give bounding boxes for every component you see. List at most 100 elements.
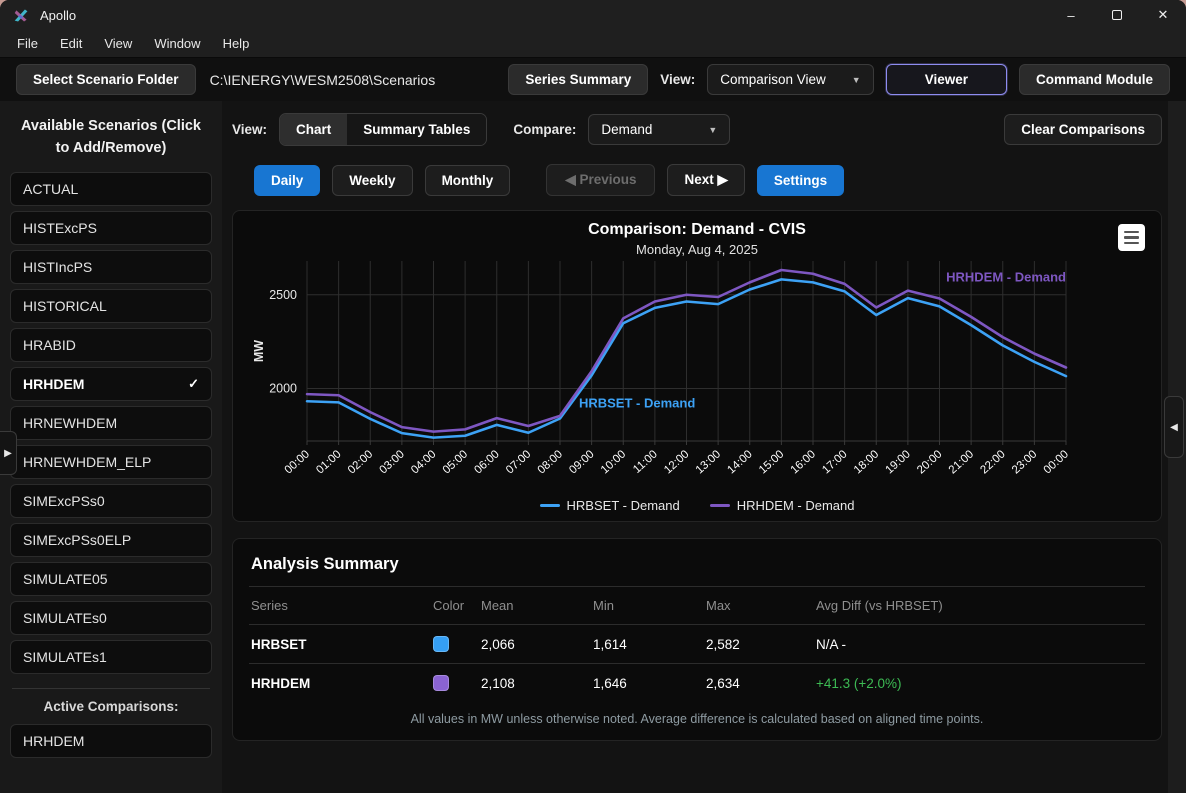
svg-text:02:00: 02:00 — [346, 448, 375, 476]
chart-subtitle: Monday, Aug 4, 2025 — [636, 242, 758, 257]
column-header-avg-diff-vs-hrbset-: Avg Diff (vs HRBSET) — [816, 598, 943, 613]
mean-value: 2,066 — [481, 636, 515, 652]
legend-item[interactable]: HRHDEM - Demand — [709, 498, 855, 513]
active-comparison-hrhdem[interactable]: HRHDEM — [10, 723, 212, 758]
close-button[interactable]: ✕ — [1140, 0, 1186, 30]
svg-text:19:00: 19:00 — [883, 448, 912, 476]
max-value: 2,582 — [706, 636, 740, 652]
svg-text:14:00: 14:00 — [725, 448, 754, 476]
command-module-button[interactable]: Command Module — [1019, 64, 1170, 95]
maximize-button[interactable] — [1094, 0, 1140, 30]
svg-text:06:00: 06:00 — [472, 448, 501, 476]
previous-button[interactable]: ◀ Previous — [546, 164, 656, 196]
compare-dropdown[interactable]: Demand ▼ — [588, 114, 731, 145]
next-button[interactable]: Next ▶ — [667, 164, 745, 196]
svg-text:2500: 2500 — [269, 288, 297, 302]
table-row: HRHDEM 2,108 1,646 2,634 +41.3 (+2.0%) — [249, 664, 1145, 702]
sidebar-flyout-handle[interactable]: ▶ — [0, 431, 17, 475]
svg-text:HRBSET - Demand: HRBSET - Demand — [579, 395, 695, 410]
menu-edit[interactable]: Edit — [51, 33, 91, 54]
daily-button[interactable]: Daily — [254, 164, 321, 196]
legend-label: HRHDEM - Demand — [736, 498, 855, 513]
legend-item[interactable]: HRBSET - Demand — [539, 498, 680, 513]
chevron-down-icon: ▼ — [708, 124, 718, 135]
scenario-label: HISTExcPS — [23, 219, 97, 236]
sidebar-item-histincps[interactable]: HISTIncPS — [10, 249, 212, 284]
svg-text:21:00: 21:00 — [947, 448, 976, 476]
sidebar-item-actual[interactable]: ACTUAL — [10, 171, 212, 206]
sidebar-item-simexcpss0elp[interactable]: SIMExcPSs0ELP — [10, 522, 212, 557]
series-name: HRBSET — [251, 636, 307, 652]
main-toolbar: Select Scenario Folder C:\IENERGY\WESM25… — [0, 58, 1186, 101]
select-scenario-folder-button[interactable]: Select Scenario Folder — [16, 64, 196, 95]
sidebar-item-hrhdem[interactable]: HRHDEM ✓ — [10, 366, 212, 401]
series-color-swatch — [433, 636, 449, 652]
table-row: HRBSET 2,066 1,614 2,582 N/A - — [249, 625, 1145, 663]
sidebar-item-simulates1[interactable]: SIMULATEs1 — [10, 639, 212, 674]
right-panel-toggle[interactable]: ◀ — [1164, 396, 1184, 458]
max-value: 2,634 — [706, 675, 740, 691]
svg-text:17:00: 17:00 — [820, 448, 849, 476]
sidebar-item-simulates0[interactable]: SIMULATEs0 — [10, 600, 212, 635]
svg-text:2000: 2000 — [269, 382, 297, 396]
analysis-summary-title: Analysis Summary — [251, 555, 399, 573]
weekly-button[interactable]: Weekly — [332, 164, 413, 196]
sidebar-divider — [12, 687, 210, 689]
column-header-series: Series — [251, 598, 288, 613]
menu-view[interactable]: View — [95, 33, 141, 54]
app-title: Apollo — [40, 7, 77, 23]
sidebar-item-hrnewhdem[interactable]: HRNEWHDEM — [10, 405, 212, 440]
sidebar-item-historical[interactable]: HISTORICAL — [10, 288, 212, 323]
scenario-folder-path: C:\IENERGY\WESM2508\Scenarios — [209, 71, 436, 88]
scenario-label: SIMExcPSs0 — [23, 492, 105, 509]
sidebar-item-hrabid[interactable]: HRABID — [10, 327, 212, 362]
sidebar-item-simexcpss0[interactable]: SIMExcPSs0 — [10, 483, 212, 518]
main-area: Available Scenarios (Click to Add/Remove… — [0, 101, 1186, 793]
analysis-table-header: Series Color Mean Min Max Avg Diff (vs HRBSET… — [249, 587, 1145, 624]
analysis-footnote: All values in MW unless otherwise noted.… — [410, 712, 984, 726]
svg-text:16:00: 16:00 — [789, 448, 818, 476]
view-mode-label: View: — [660, 72, 696, 87]
clear-comparisons-button[interactable]: Clear Comparisons — [1004, 114, 1162, 145]
svg-text:04:00: 04:00 — [409, 448, 438, 476]
svg-text:13:00: 13:00 — [694, 448, 723, 476]
settings-button[interactable]: Settings — [756, 164, 845, 196]
app-logo-icon — [14, 9, 28, 21]
mean-value: 2,108 — [481, 675, 515, 691]
svg-text:03:00: 03:00 — [377, 448, 406, 476]
svg-text:HRHDEM - Demand: HRHDEM - Demand — [946, 270, 1066, 285]
menu-window[interactable]: Window — [145, 33, 209, 54]
monthly-button[interactable]: Monthly — [424, 164, 511, 196]
tab-chart[interactable]: Chart — [280, 114, 348, 145]
min-value: 1,646 — [593, 675, 627, 691]
view-mode-dropdown[interactable]: Comparison View ▼ — [707, 64, 874, 95]
scenario-label: HISTORICAL — [23, 297, 107, 314]
sidebar-item-simulate05[interactable]: SIMULATE05 — [10, 561, 212, 596]
sidebar-item-hrnewhdem_elp[interactable]: HRNEWHDEM_ELP — [10, 444, 212, 479]
column-header-min: Min — [593, 598, 614, 613]
view-controls-row: View: Chart Summary Tables Compare: Dema… — [232, 113, 1162, 146]
svg-text:09:00: 09:00 — [567, 448, 596, 476]
scenario-list: ACTUAL HISTExcPS HISTIncPS HISTORICAL HRABID… — [10, 171, 212, 674]
menu-help[interactable]: Help — [214, 33, 259, 54]
active-comparisons-label: Active Comparisons: — [43, 698, 179, 714]
svg-text:20:00: 20:00 — [915, 448, 944, 476]
scenario-label: SIMULATEs0 — [23, 609, 107, 626]
minimize-button[interactable]: – — [1048, 0, 1094, 30]
sidebar-item-histexcps[interactable]: HISTExcPS — [10, 210, 212, 245]
chart-menu-icon[interactable] — [1118, 224, 1145, 251]
view-mode-value: Comparison View — [720, 72, 826, 87]
title-bar: Apollo – ✕ — [0, 0, 1186, 30]
svg-text:00:00: 00:00 — [283, 448, 312, 476]
viewer-button[interactable]: Viewer — [885, 64, 1007, 95]
svg-text:15:00: 15:00 — [757, 448, 786, 476]
active-comparisons-list: HRHDEM — [10, 723, 212, 758]
svg-text:12:00: 12:00 — [662, 448, 691, 476]
series-summary-button[interactable]: Series Summary — [508, 64, 649, 95]
tab-summary-tables[interactable]: Summary Tables — [347, 114, 487, 145]
min-value: 1,614 — [593, 636, 627, 652]
chart-legend: HRBSET - Demand HRHDEM - Demand — [249, 498, 1145, 513]
check-icon: ✓ — [188, 375, 199, 391]
column-header-max: Max — [706, 598, 731, 613]
menu-file[interactable]: File — [8, 33, 47, 54]
